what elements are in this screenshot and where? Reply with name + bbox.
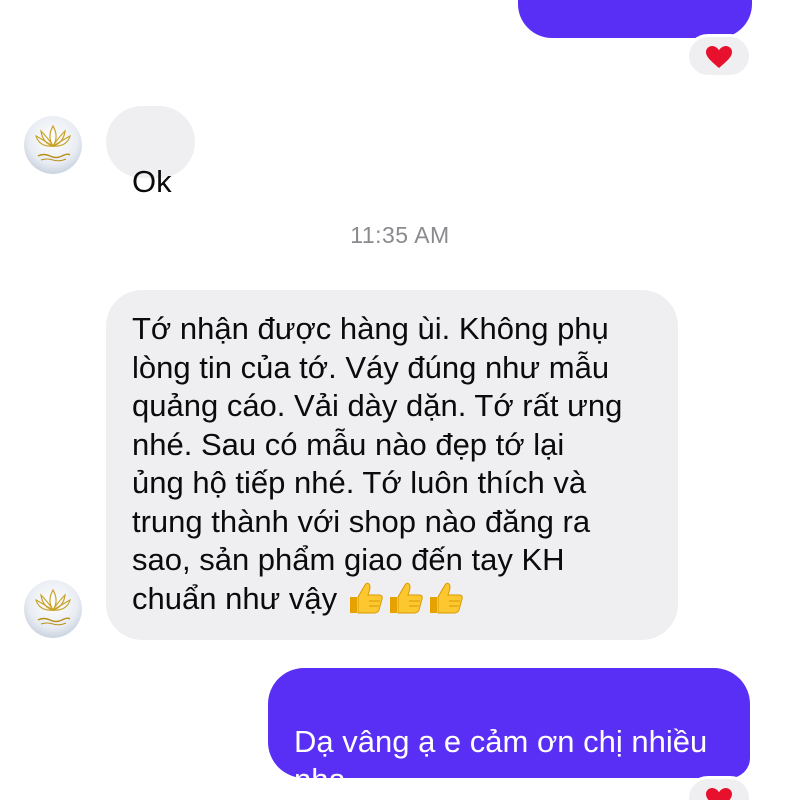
thumbs-up-icon [429,582,463,613]
heart-icon [706,788,732,800]
incoming-message-bubble[interactable]: Tớ nhận được hàng ùi. Không phụ lòng tin… [106,290,678,640]
message-text: Tớ nhận được hàng ùi. Không phụ lòng tin… [132,311,623,616]
message-timestamp: 11:35 AM [350,222,450,248]
heart-reaction[interactable] [686,34,752,78]
thumbs-up-icon [349,582,383,613]
sender-avatar[interactable] [24,116,82,174]
outgoing-message-bubble[interactable]: Dạ vâng ạ e cảm ơn chị nhiều nha [268,668,750,797]
lotus-logo-icon [24,580,82,638]
outgoing-message-bubble[interactable]: Dạ quá chị ạ [518,0,752,71]
sender-avatar[interactable] [24,580,82,638]
lotus-logo-icon [24,116,82,174]
message-text: Dạ vâng ạ e cảm ơn chị nhiều nha [294,723,708,798]
heart-icon [706,46,732,68]
heart-reaction[interactable] [686,776,752,800]
message-text: Ok [132,163,172,199]
thumbs-up-icon [389,582,423,613]
incoming-message-bubble[interactable]: Ok [106,106,195,199]
